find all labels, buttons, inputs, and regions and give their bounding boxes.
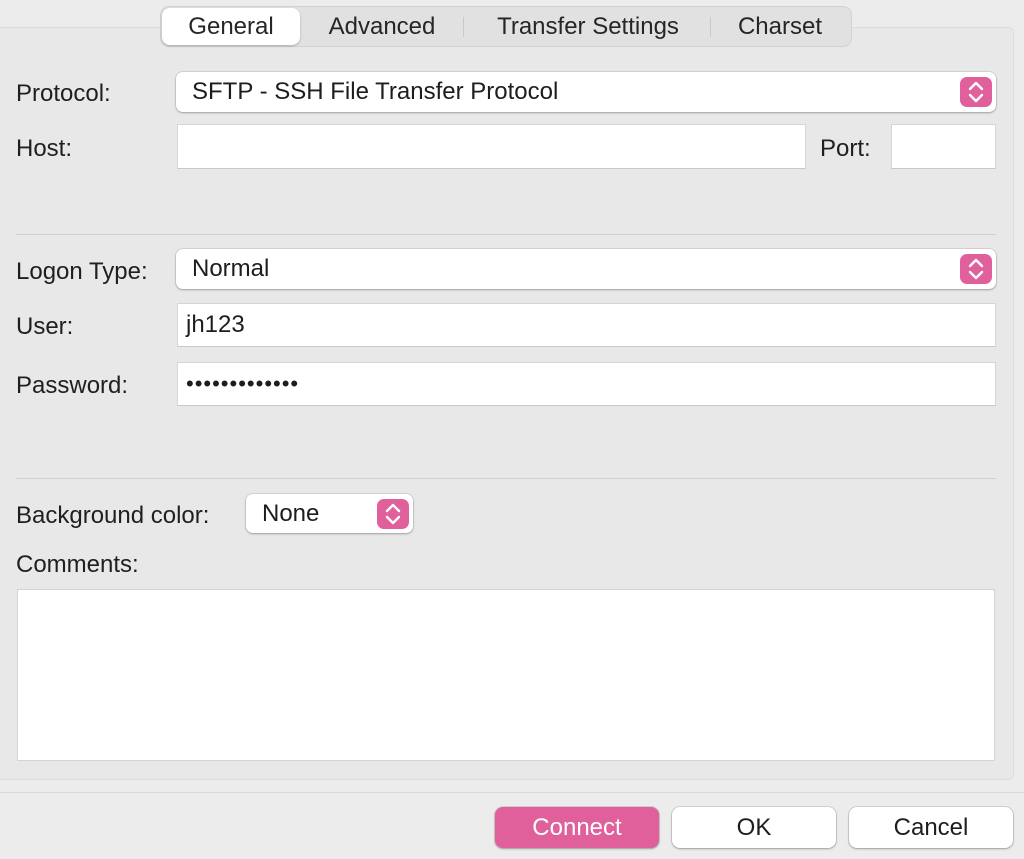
host-label: Host: (16, 135, 73, 162)
chevron-up-down-icon (960, 77, 992, 107)
comments-label: Comments: (16, 551, 139, 578)
cancel-button[interactable]: Cancel (849, 807, 1013, 848)
section-divider (16, 478, 996, 479)
ok-button[interactable]: OK (672, 807, 836, 848)
background-color-select[interactable]: None (246, 494, 413, 533)
port-field[interactable] (891, 124, 996, 169)
footer-divider (0, 792, 1024, 793)
background-color-value: None (262, 499, 320, 527)
protocol-value: SFTP - SSH File Transfer Protocol (192, 78, 559, 105)
protocol-select[interactable]: SFTP - SSH File Transfer Protocol (176, 72, 996, 112)
password-label: Password: (16, 372, 129, 399)
background-color-label: Background color: (16, 502, 210, 529)
user-label: User: (16, 313, 74, 340)
comments-textarea[interactable] (17, 589, 995, 761)
section-divider (16, 234, 996, 235)
password-field[interactable]: ••••••••••••• (177, 362, 996, 406)
password-value: ••••••••••••• (186, 371, 300, 396)
chevron-up-down-icon (377, 498, 409, 529)
port-label: Port: (820, 135, 871, 162)
protocol-label: Protocol: (16, 80, 111, 107)
tab-separator (710, 17, 711, 37)
tab-general[interactable]: General (162, 8, 300, 45)
connect-button[interactable]: Connect (495, 807, 659, 848)
user-value: jh123 (186, 311, 245, 338)
tab-charset[interactable]: Charset (719, 7, 841, 46)
host-field[interactable] (177, 124, 806, 169)
tab-bar: General Advanced Transfer Settings Chars… (160, 6, 852, 47)
tab-advanced[interactable]: Advanced (311, 7, 453, 46)
logon-type-select[interactable]: Normal (176, 249, 996, 289)
tab-separator (463, 17, 464, 37)
tab-transfer-settings[interactable]: Transfer Settings (473, 7, 703, 46)
logon-type-label: Logon Type: (16, 258, 148, 285)
chevron-up-down-icon (960, 254, 992, 284)
user-field[interactable]: jh123 (177, 303, 996, 347)
logon-type-value: Normal (192, 255, 270, 282)
